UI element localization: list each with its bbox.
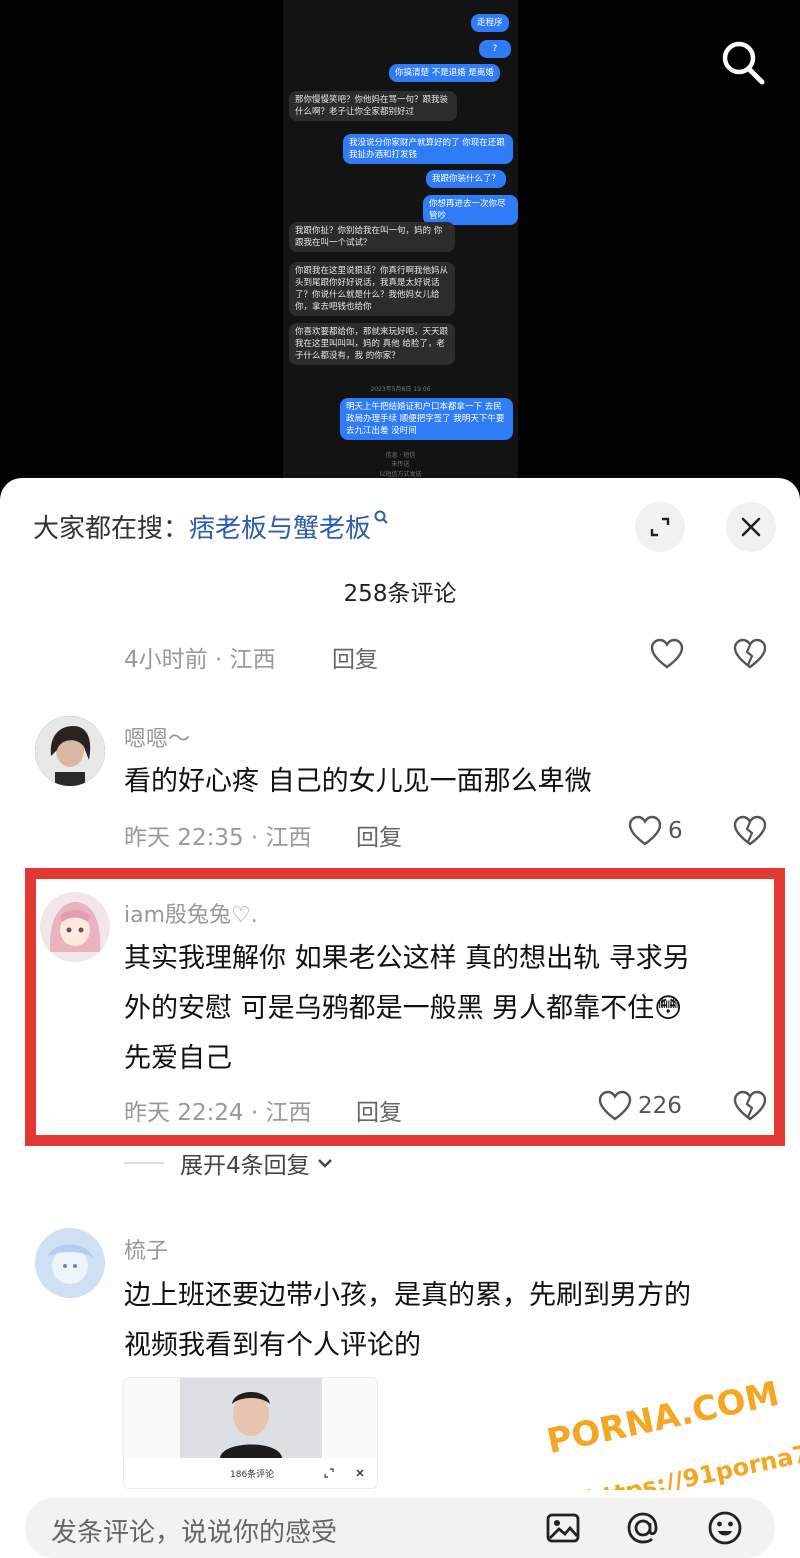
reply-button[interactable]: 回复 xyxy=(356,1093,402,1127)
chat-message: 你喜欢要都给你，那就来玩好吧，天天跟我在这里叫叫叫，妈的 真他 给脸了，老子什么… xyxy=(289,323,455,365)
comment-text-line: 其实我理解你 如果老公这样 真的想出轨 寻求另 xyxy=(124,943,690,974)
dislike-button[interactable] xyxy=(733,638,767,674)
close-icon xyxy=(356,1469,364,1477)
hot-search-prefix: 大家都在搜： xyxy=(33,514,190,544)
page: 走程序 ? 你搞清楚 不是退婚 是离婚 那你慢慢笑吧？你他妈在骂一句？跟我装什么… xyxy=(0,0,800,1558)
comment-time-location: 昨天 22:24 · 江西 xyxy=(124,1100,312,1126)
comment-time-location: 4小时前 · 江西 xyxy=(124,647,276,673)
like-count: 6 xyxy=(668,818,683,844)
chat-message: 走程序 xyxy=(471,14,509,32)
chat-status: 以短信方式发送 xyxy=(379,471,422,478)
avatar[interactable] xyxy=(35,716,105,786)
broken-heart-icon xyxy=(733,815,767,846)
chat-message: 明天上午把结婚证和户口本都拿一下 去民政局办理手续 顺便把字签了 我明天下午要去… xyxy=(340,398,513,440)
heart-icon xyxy=(628,815,662,846)
comment-text-line: 视频我看到有个人评论的 xyxy=(124,1330,421,1361)
chat-message: 那你慢慢笑吧？你他妈在骂一句？跟我装什么啊？老子让你全家都别好过 xyxy=(289,91,457,121)
divider-line xyxy=(124,1162,164,1164)
chat-message: 我跟你装什么了？ xyxy=(426,170,507,188)
comment-text: 看的好心疼 自己的女儿见一面那么卑微 xyxy=(124,766,592,797)
chat-message: 我没说分你家财产就算好的了 你现在还跟我扯办酒和打发钱 xyxy=(343,134,513,164)
comment-text-line: 先爱自己 xyxy=(124,1043,232,1074)
search-icon xyxy=(722,41,765,85)
close-button[interactable] xyxy=(726,502,776,552)
chat-message: 你搞清楚 不是退婚 是离婚 xyxy=(389,64,500,82)
person-photo xyxy=(180,1378,322,1458)
comment-input-placeholder: 发条评论，说说你的感受 xyxy=(51,1518,338,1548)
avatar[interactable] xyxy=(35,1228,105,1298)
like-button[interactable]: 6 xyxy=(628,815,683,847)
dislike-button[interactable] xyxy=(733,1090,767,1126)
like-button[interactable] xyxy=(650,638,684,670)
chat-screenshot: 走程序 ? 你搞清楚 不是退婚 是离婚 那你慢慢笑吧？你他妈在骂一句？跟我装什么… xyxy=(283,0,518,480)
comment-count: 258条评论 xyxy=(343,581,457,607)
expand-icon xyxy=(650,517,670,537)
chat-message: 你跟我在这里说狠话？你真行啊我他妈从头到尾跟你好好说话，我真是太好说话了？你说什… xyxy=(289,262,455,316)
comment-image-thumbnail[interactable]: 186条评论 xyxy=(123,1377,378,1489)
video-area[interactable]: 走程序 ? 你搞清楚 不是退婚 是离婚 那你慢慢笑吧？你他妈在骂一句？跟我装什么… xyxy=(0,0,800,500)
comment-username[interactable]: iam殷兔兔♡. xyxy=(124,897,258,929)
emoji-button[interactable] xyxy=(705,1508,745,1548)
comment-text-line: 外的安慰 可是乌鸦都是一般黑 男人都靠不住😳 xyxy=(124,993,683,1024)
like-count: 226 xyxy=(638,1093,682,1119)
mention-button[interactable] xyxy=(623,1508,663,1548)
emoji-icon xyxy=(708,1511,742,1545)
comment-input-bar: 发条评论，说说你的感受 xyxy=(0,1490,800,1558)
hot-search-bar[interactable]: 大家都在搜：痞老板与蟹老板 xyxy=(33,508,389,545)
reply-button[interactable]: 回复 xyxy=(332,640,378,674)
comment-text-line: 边上班还要边带小孩，是真的累，先刷到男方的 xyxy=(124,1280,691,1311)
chat-message: ? xyxy=(479,40,511,58)
image-icon xyxy=(546,1513,580,1543)
thumbnail-footer: 186条评论 xyxy=(124,1458,377,1488)
broken-heart-icon xyxy=(733,1090,767,1121)
chat-status: 未传送 xyxy=(391,461,410,468)
fullscreen-button[interactable] xyxy=(635,502,685,552)
thumbnail-comment-count: 186条评论 xyxy=(230,1470,275,1480)
at-icon xyxy=(627,1512,658,1544)
dislike-button[interactable] xyxy=(733,815,767,851)
heart-icon xyxy=(650,638,684,669)
avatar-image xyxy=(40,892,110,962)
hot-search-keyword[interactable]: 痞老板与蟹老板 xyxy=(189,514,371,544)
search-button[interactable] xyxy=(718,38,768,88)
comment-username[interactable]: 梳子 xyxy=(124,1233,168,1265)
broken-heart-icon xyxy=(733,638,767,669)
close-icon xyxy=(741,517,761,537)
chat-status: 信息 · 短信 xyxy=(385,452,416,459)
comment-time-location: 昨天 22:35 · 江西 xyxy=(124,825,312,851)
avatar[interactable] xyxy=(40,892,110,962)
expand-icon xyxy=(324,1468,334,1478)
heart-icon xyxy=(598,1090,632,1121)
comment-input[interactable]: 发条评论，说说你的感受 xyxy=(25,1498,775,1558)
video-thumbnail-image xyxy=(180,1378,322,1458)
chat-message: 我跟你扯？你别给我在叫一句，妈的 你跟我在叫一个试试？ xyxy=(289,222,455,252)
like-button[interactable]: 226 xyxy=(598,1090,682,1122)
avatar-image xyxy=(35,716,105,786)
chat-message: 你想再进去一次你尽管吵 xyxy=(423,195,518,225)
expand-replies-label: 展开4条回复 xyxy=(180,1153,310,1179)
avatar-image xyxy=(35,1228,105,1298)
chevron-down-icon xyxy=(317,1159,332,1168)
image-button[interactable] xyxy=(543,1508,583,1548)
search-icon xyxy=(374,510,388,524)
chat-timestamp: 2023年5月8日 19:06 xyxy=(370,386,431,393)
expand-replies-button[interactable]: 展开4条回复 xyxy=(124,1146,336,1180)
reply-button[interactable]: 回复 xyxy=(356,818,402,852)
comment-username[interactable]: 嗯嗯～ xyxy=(124,721,190,753)
